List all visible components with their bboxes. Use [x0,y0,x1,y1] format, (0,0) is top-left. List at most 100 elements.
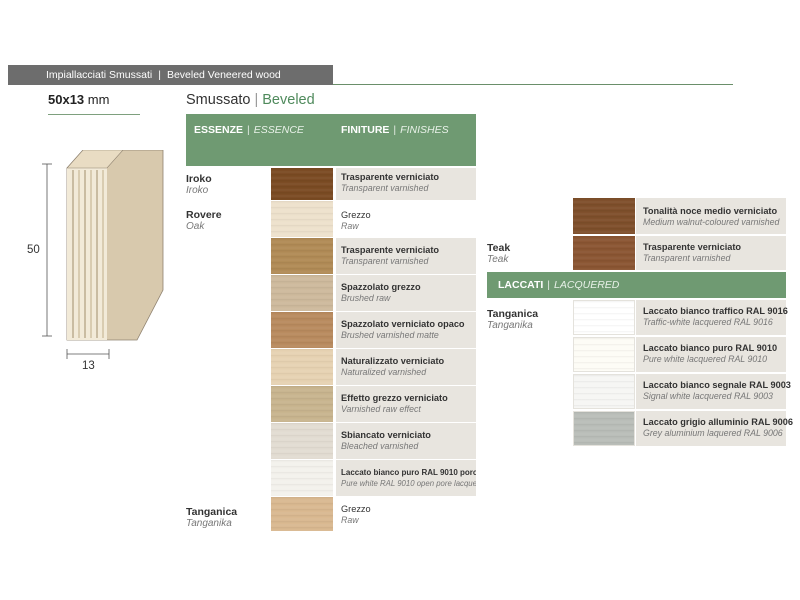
finish-name: Spazzolato grezzo [341,282,421,292]
group-tanganica-lacquered: Tanganica Tanganika [487,308,538,331]
finish-label: Laccato bianco traffico RAL 9016 Traffic-… [643,306,788,328]
header-title-it: Impiallacciati Smussati [46,69,153,81]
essence-header-it: ESSENZE [194,124,244,136]
left-table-header: ESSENZE | ESSENCE FINITURE | FINISHES [186,114,476,166]
finish-name-en: Naturalized varnished [341,367,427,377]
finish-label: Sbiancato verniciato Bleached varnished [341,430,476,452]
finish-name-en: Brushed varnished matte [341,330,439,340]
finish-header-en: FINISHES [400,124,449,136]
lacquered-header: LACCATI | LACQUERED [487,272,786,298]
group-iroko: Iroko Iroko [186,173,212,196]
finish-label: Laccato bianco segnale RAL 9003 Signal wh… [643,380,791,402]
group-name-en: Teak [487,254,509,265]
group-name-en: Iroko [186,185,209,196]
finish-label: Grezzo Raw [341,210,476,232]
finish-name-en: Transparent varnished [341,183,429,193]
finish-name: Laccato bianco puro RAL 9010 [643,343,778,353]
finish-label: Spazzolato verniciato opaco Brushed varni… [341,319,476,341]
swatch-iroko-transparent [271,168,333,200]
lacquer-swatch [573,300,635,335]
profile-drawing [25,150,175,380]
dimension-underline [48,114,140,115]
finish-name: Effetto grezzo verniciato [341,393,448,403]
group-name: Iroko [186,173,212,185]
finish-swatch [271,238,333,274]
finish-label: Tonalità noce medio verniciato Medium wa… [643,206,779,228]
header-rule [333,84,733,85]
section-title: Smussato | Beveled [186,92,315,108]
finish-name-en: Bleached varnished [341,441,419,451]
finish-name-en: Varnished raw effect [341,404,421,414]
group-name: Teak [487,242,511,254]
dimension-size: 50x13 [48,92,85,107]
finish-name: Grezzo [341,504,371,514]
finish-name: Spazzolato verniciato opaco [341,319,465,329]
finish-swatch [271,349,333,385]
finish-label: Laccato grigio alluminio RAL 9006 Grey al… [643,417,793,439]
dimension-unit: mm [87,92,110,107]
finish-name-en: Traffic-white lacquered RAL 9016 [643,317,773,327]
header-separator: | [158,69,161,81]
finish-name-en: Transparent varnished [341,256,429,266]
lacquer-swatch [573,337,635,372]
group-name: Rovere [186,209,222,221]
finish-swatch [271,275,333,311]
essence-header: ESSENZE | ESSENCE [194,124,304,136]
finish-label: Naturalizzato verniciato Naturalized varn… [341,356,476,378]
finish-name: Sbiancato verniciato [341,430,431,440]
finish-name: Laccato bianco traffico RAL 9016 [643,306,788,316]
essence-header-en: ESSENCE [253,124,304,136]
swatch-teak-walnut [573,198,635,234]
finish-name: Trasparente verniciato [341,245,440,255]
profile-svg [42,150,164,359]
lacquered-header-it: LACCATI [498,279,544,291]
group-teak: Teak Teak [487,242,510,265]
group-name-en: Tanganika [186,518,232,529]
finish-name: Grezzo [341,210,371,220]
section-title-en: Beveled [262,92,315,108]
finish-header: FINITURE | FINISHES [341,124,449,136]
finish-name: Laccato grigio alluminio RAL 9006 [643,417,793,427]
section-title-it: Smussato [186,92,251,108]
finish-label: Grezzo Raw [341,504,476,526]
dimension-title: 50x13 mm [48,92,109,107]
header-title-en: Beveled Veneered wood [166,69,281,81]
finish-label: Laccato bianco puro RAL 9010 Pure white l… [643,343,777,365]
finish-name: Trasparente verniciato [341,172,440,182]
finish-name-en: Raw [341,515,359,525]
group-name: Tanganica [186,506,238,518]
finish-name-en: Signal white lacquered RAL 9003 [643,391,773,401]
finish-label: Trasparente verniciato Transparent varnis… [341,245,476,267]
finish-name: Laccato bianco puro RAL 9010 poro aperto [341,468,476,477]
finish-name-en: Pure white lacquered RAL 9010 [643,354,768,364]
finish-label: Trasparente verniciato Transparent varni… [341,172,476,194]
finish-name-en: Grey aluminium laquered RAL 9006 [643,428,783,438]
finish-name-en: Pure white RAL 9010 open pore lacquered [341,479,476,488]
finish-name: Naturalizzato verniciato [341,356,445,366]
group-name: Tanganica [487,308,539,320]
lacquer-swatch [573,374,635,409]
finish-swatch [271,497,333,531]
swatch-teak-transparent [573,236,635,270]
width-label: 13 [82,360,95,372]
finish-swatch [271,423,333,459]
lacquer-swatch [573,411,635,446]
finish-swatch [271,386,333,422]
finish-name-en: Transparent varnished [643,253,731,263]
group-name-en: Oak [186,221,205,232]
group-name-en: Tanganika [487,320,533,331]
group-rovere: Rovere Oak [186,209,222,232]
finish-name-en: Medium walnut-coloured varnished [643,217,780,227]
finish-swatch [271,312,333,348]
section-title-separator: | [254,92,259,108]
lacquered-header-text: LACCATI | LACQUERED [498,279,620,291]
finish-label: Laccato bianco puro RAL 9010 poro aperto… [341,467,476,489]
finish-name-en: Brushed raw [341,293,391,303]
finish-name: Laccato bianco segnale RAL 9003 [643,380,791,390]
height-label: 50 [27,244,40,256]
finish-header-it: FINITURE [341,124,390,136]
finish-swatch [271,460,333,496]
finish-label: Effetto grezzo verniciato Varnished raw e… [341,393,476,415]
catalog-header-band: Impiallacciati Smussati | Beveled Veneered… [8,65,333,85]
finish-name: Tonalità noce medio verniciato [643,206,778,216]
